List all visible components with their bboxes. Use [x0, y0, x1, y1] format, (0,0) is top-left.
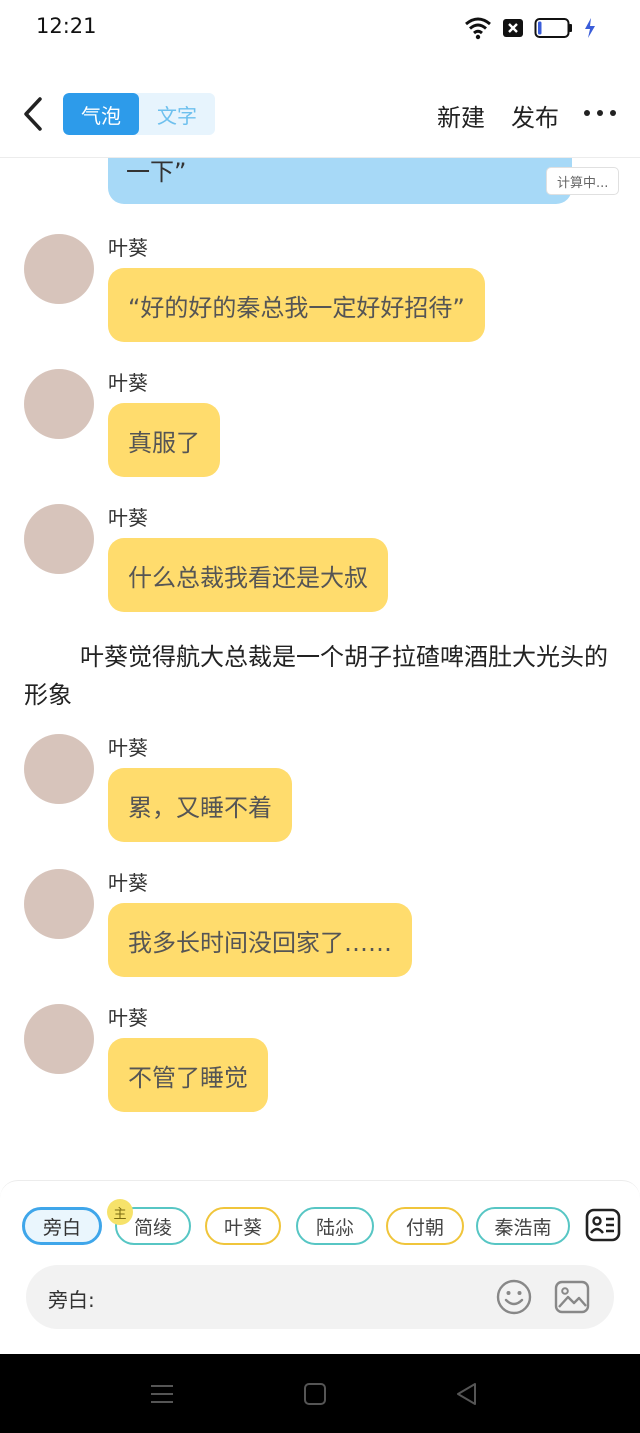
composer-panel: 旁白 简绫 叶葵 陆尛 付朝 秦浩南 旁白:: [0, 1180, 640, 1354]
status-icons: [464, 16, 596, 40]
message-bubble[interactable]: 我多长时间没回家了……: [108, 903, 412, 977]
home-icon[interactable]: [303, 1382, 327, 1406]
status-bar: 12:21: [0, 0, 640, 58]
message-bubble[interactable]: 真服了: [108, 403, 220, 477]
speaker-name: 叶葵: [108, 236, 148, 260]
message-bubble[interactable]: “好的好的秦总我一定好好招待”: [108, 268, 485, 342]
role-chip-narrator[interactable]: 旁白: [22, 1207, 102, 1245]
avatar[interactable]: [24, 234, 94, 304]
avatar[interactable]: [24, 734, 94, 804]
smiley-icon: [496, 1279, 532, 1315]
mode-toggle: 气泡 文字: [63, 93, 215, 135]
image-icon: [554, 1280, 590, 1314]
emoji-button[interactable]: [496, 1279, 532, 1315]
back-triangle-icon[interactable]: [455, 1382, 479, 1406]
mode-bubble-tab[interactable]: 气泡: [63, 93, 139, 135]
role-chip-yekui[interactable]: 叶葵: [205, 1207, 281, 1245]
calc-status-badge: 计算中...: [546, 167, 620, 195]
avatar[interactable]: [24, 869, 94, 939]
speaker-name: 叶葵: [108, 871, 148, 895]
message-bubble[interactable]: 不管了睡觉: [108, 1038, 268, 1112]
more-horizontal-icon: [610, 110, 616, 116]
speaker-name: 叶葵: [108, 736, 148, 760]
publish-button[interactable]: 发布: [511, 98, 559, 133]
speaker-name: 叶葵: [108, 506, 148, 530]
message-bubble-partial[interactable]: 一下”: [108, 158, 572, 204]
mode-text-tab[interactable]: 文字: [139, 93, 215, 135]
narration-text[interactable]: 叶葵觉得航大总裁是一个胡子拉碴啤酒肚大光头的形象: [24, 638, 616, 714]
top-app-bar: 气泡 文字 新建 发布: [0, 72, 640, 158]
input-speaker-label: 旁白:: [48, 1288, 95, 1312]
chat-list[interactable]: 一下” 计算中... 叶葵 “好的好的秦总我一定好好招待” 叶葵 真服了 叶葵 …: [0, 158, 640, 1180]
wifi-icon: [465, 17, 491, 40]
speaker-name: 叶葵: [108, 371, 148, 395]
role-card-icon: [585, 1208, 621, 1242]
role-selector: 旁白 简绫 叶葵 陆尛 付朝 秦浩南: [20, 1207, 580, 1249]
avatar[interactable]: [24, 504, 94, 574]
more-button[interactable]: [584, 98, 616, 128]
role-chip-luzhong[interactable]: 陆尛: [296, 1207, 374, 1245]
speaker-name: 叶葵: [108, 1006, 148, 1030]
message-bubble[interactable]: 什么总裁我看还是大叔: [108, 538, 388, 612]
host-badge: 主: [107, 1199, 133, 1225]
avatar[interactable]: [24, 1004, 94, 1074]
system-nav-bar: [0, 1354, 640, 1433]
new-button[interactable]: 新建: [437, 98, 485, 133]
menu-icon[interactable]: [150, 1382, 174, 1406]
sim-blocked-icon: [503, 19, 523, 37]
image-button[interactable]: [554, 1279, 590, 1315]
battery-icon: [534, 18, 572, 38]
role-chip-qinhaonan[interactable]: 秦浩南: [476, 1207, 570, 1245]
back-button[interactable]: [18, 94, 48, 134]
charging-icon: [585, 18, 595, 38]
message-bubble[interactable]: 累，又睡不着: [108, 768, 292, 842]
avatar[interactable]: [24, 369, 94, 439]
status-time: 12:21: [36, 14, 97, 38]
more-horizontal-icon: [584, 110, 590, 116]
role-card-button[interactable]: [585, 1207, 621, 1243]
message-input[interactable]: 旁白:: [26, 1265, 614, 1329]
chevron-left-icon: [24, 97, 42, 131]
more-horizontal-icon: [597, 110, 603, 116]
role-chip-fuchao[interactable]: 付朝: [386, 1207, 464, 1245]
